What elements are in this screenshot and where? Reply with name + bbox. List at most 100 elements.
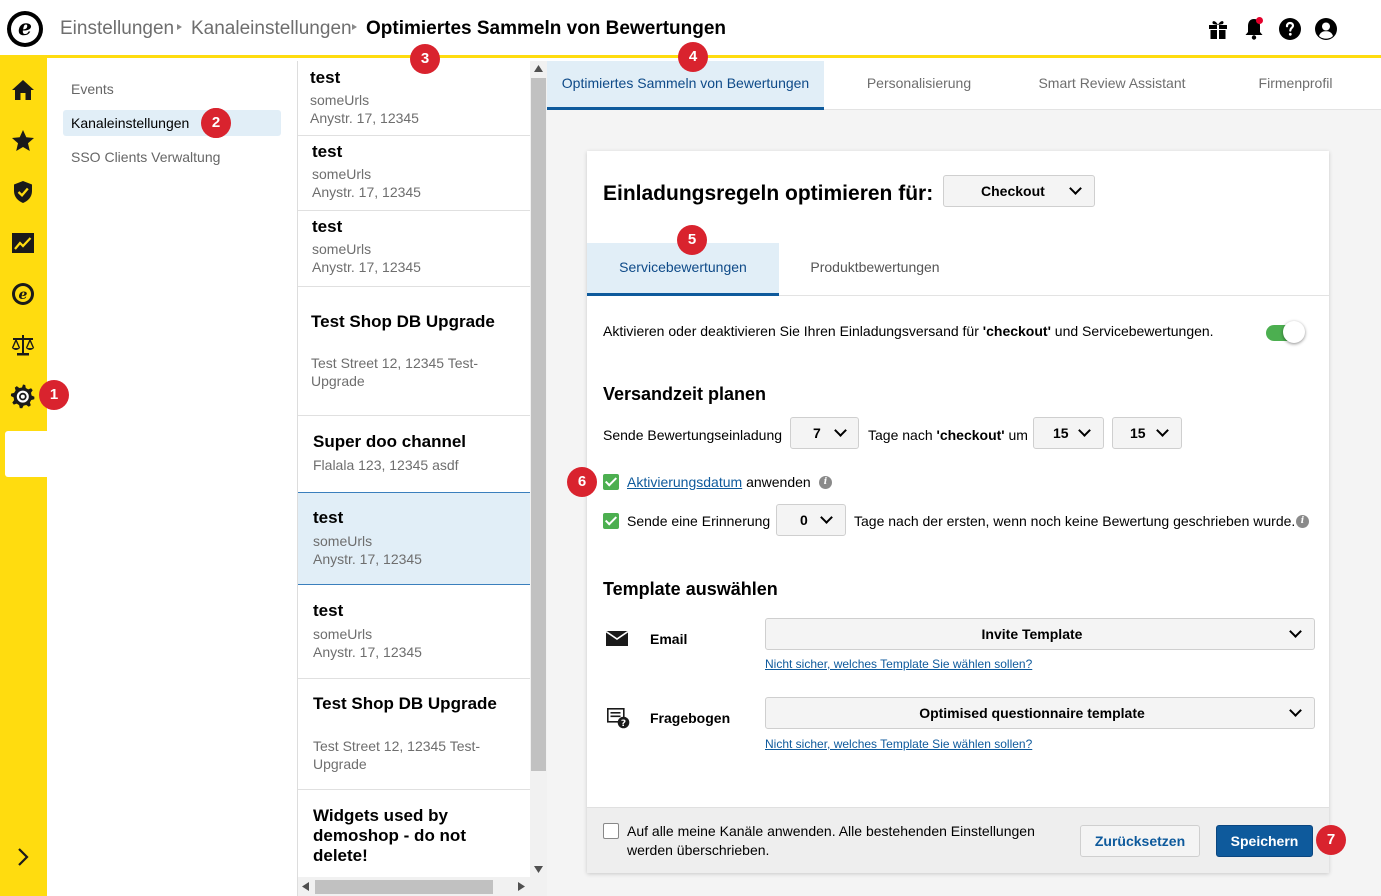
- scroll-right-arrow-icon[interactable]: [518, 882, 525, 891]
- user-icon[interactable]: [1314, 17, 1338, 41]
- channel-item[interactable]: Test Shop DB Upgrade Test Street 12, 123…: [298, 679, 531, 790]
- help-icon[interactable]: [1278, 17, 1302, 41]
- tab-produktbewertungen[interactable]: Produktbewertungen: [779, 243, 971, 296]
- channel-item[interactable]: test someUrls Anystr. 17, 12345: [298, 61, 531, 136]
- tab-firmenprofil[interactable]: Firmenprofil: [1210, 61, 1381, 110]
- minute-value: 15: [1130, 425, 1146, 441]
- checkout-type-select[interactable]: Checkout: [943, 175, 1095, 207]
- channel-name: Test Shop DB Upgrade: [313, 694, 497, 713]
- channel-item[interactable]: Super doo channel Flalala 123, 12345 asd…: [298, 416, 531, 493]
- svg-text:?: ?: [621, 719, 626, 729]
- toggle-description-channel: 'checkout': [982, 323, 1051, 339]
- invitation-toggle[interactable]: [1266, 321, 1306, 343]
- horizontal-scrollbar-thumb[interactable]: [315, 880, 493, 894]
- channel-item[interactable]: test someUrls Anystr. 17, 12345: [298, 211, 531, 287]
- gear-icon[interactable]: [10, 383, 36, 409]
- reminder-days-value: 0: [800, 512, 808, 528]
- settings-nav-sso-clients[interactable]: SSO Clients Verwaltung: [63, 144, 281, 170]
- trusted-shops-logo[interactable]: e: [7, 11, 43, 47]
- badge-3: 3: [410, 44, 440, 74]
- email-icon: [606, 631, 628, 646]
- channel-address-cont: Upgrade: [313, 756, 367, 772]
- settings-nav-events[interactable]: Events: [63, 76, 281, 102]
- scroll-up-arrow-icon[interactable]: [534, 65, 543, 72]
- channel-name: test: [312, 217, 343, 236]
- e-circle-icon[interactable]: e: [10, 281, 36, 307]
- tab-personalisierung[interactable]: Personalisierung: [824, 61, 1014, 110]
- chevron-down-icon: [1156, 424, 1169, 437]
- channel-url: someUrls: [312, 241, 372, 257]
- questionnaire-template-value: Optimised questionnaire template: [919, 705, 1145, 721]
- channel-address-cont: Upgrade: [311, 373, 365, 389]
- scroll-down-arrow-icon[interactable]: [534, 866, 543, 873]
- channel-name: test: [313, 508, 344, 527]
- shield-icon[interactable]: [10, 179, 36, 205]
- apply-all-channels-line1: Auf alle meine Kanäle anwenden. Alle bes…: [627, 823, 1035, 839]
- chevron-down-icon: [834, 424, 847, 437]
- app-sidebar: e: [0, 58, 47, 896]
- channel-address: Anystr. 17, 12345: [313, 551, 422, 567]
- gift-icon[interactable]: [1206, 17, 1230, 41]
- settings-nav-kanaleinstellungen[interactable]: Kanaleinstellungen: [63, 110, 281, 136]
- breadcrumb-einstellungen[interactable]: Einstellungen: [60, 18, 174, 40]
- channel-item[interactable]: test someUrls Anystr. 17, 12345: [298, 585, 531, 679]
- badge-7: 7: [1316, 825, 1346, 855]
- channel-item[interactable]: Widgets used by demoshop - do not delete…: [298, 790, 531, 877]
- toggle-description-pre: Aktivieren oder deaktivieren Sie Ihren E…: [603, 323, 983, 339]
- tab-smart-review-assistant[interactable]: Smart Review Assistant: [1014, 61, 1210, 110]
- hour-select[interactable]: 15: [1033, 417, 1104, 449]
- activation-date-suffix: anwenden: [746, 474, 811, 490]
- activation-date-link[interactable]: Aktivierungsdatum: [627, 474, 742, 490]
- reminder-label: Sende eine Erinnerung: [627, 513, 771, 529]
- channel-url: someUrls: [310, 92, 370, 108]
- apply-all-channels-checkbox[interactable]: [603, 823, 619, 839]
- toggle-description-post: und Servicebewertungen.: [1050, 323, 1214, 339]
- channel-name: test: [313, 601, 344, 620]
- notification-dot: [1256, 17, 1263, 24]
- channel-address: Anystr. 17, 12345: [310, 110, 419, 126]
- chart-icon[interactable]: [10, 230, 36, 256]
- channel-list: test someUrls Anystr. 17, 12345 test som…: [297, 61, 547, 896]
- minute-select[interactable]: 15: [1112, 417, 1182, 449]
- reminder-checkbox[interactable]: [603, 513, 619, 529]
- days-after-post: um: [1004, 427, 1028, 443]
- chevron-right-icon[interactable]: [10, 844, 36, 870]
- home-icon[interactable]: [10, 77, 36, 103]
- toggle-description: Aktivieren oder deaktivieren Sie Ihren E…: [603, 323, 1214, 339]
- main-content: Optimiertes Sammeln von Bewertungen Pers…: [547, 61, 1381, 896]
- channel-name-line2: demoshop - do not: [313, 826, 466, 845]
- channel-address: Anystr. 17, 12345: [312, 184, 421, 200]
- info-icon[interactable]: i: [819, 476, 832, 489]
- channel-settings-tabs: Optimiertes Sammeln von Bewertungen Pers…: [547, 61, 1381, 110]
- reminder-days-select[interactable]: 0: [776, 504, 846, 536]
- channel-item[interactable]: test someUrls Anystr. 17, 12345: [298, 136, 531, 211]
- invitation-rules-card: Einladungsregeln optimieren für: Checkou…: [587, 151, 1329, 873]
- days-select[interactable]: 7: [790, 417, 859, 449]
- hour-value: 15: [1053, 425, 1069, 441]
- questionnaire-template-select[interactable]: Optimised questionnaire template: [765, 697, 1315, 729]
- reset-button[interactable]: Zurücksetzen: [1080, 825, 1200, 857]
- email-label: Email: [650, 631, 688, 647]
- questionnaire-template-help-link[interactable]: Nicht sicher, welches Template Sie wähle…: [765, 737, 1032, 751]
- channel-item[interactable]: Test Shop DB Upgrade Test Street 12, 123…: [298, 287, 531, 416]
- questionnaire-label: Fragebogen: [650, 710, 731, 726]
- scales-icon[interactable]: [10, 332, 36, 358]
- save-button[interactable]: Speichern: [1216, 825, 1313, 857]
- channel-item-selected[interactable]: test someUrls Anystr. 17, 12345: [298, 492, 531, 585]
- email-template-select[interactable]: Invite Template: [765, 618, 1315, 650]
- channel-name: test: [310, 68, 341, 87]
- email-template-value: Invite Template: [981, 626, 1083, 642]
- card-footer: Auf alle meine Kanäle anwenden. Alle bes…: [587, 807, 1329, 873]
- vertical-scrollbar-thumb[interactable]: [531, 78, 546, 771]
- email-template-help-link[interactable]: Nicht sicher, welches Template Sie wähle…: [765, 657, 1032, 671]
- breadcrumb-kanaleinstellungen[interactable]: Kanaleinstellungen: [191, 18, 352, 40]
- breadcrumb-separator: [352, 24, 357, 30]
- info-icon[interactable]: i: [1296, 515, 1309, 528]
- activation-date-checkbox[interactable]: [603, 474, 619, 490]
- chevron-down-icon: [1069, 182, 1082, 195]
- svg-text:e: e: [19, 287, 28, 303]
- channel-url: someUrls: [313, 626, 373, 642]
- scroll-left-arrow-icon[interactable]: [302, 882, 309, 891]
- days-after-pre: Tage nach: [868, 427, 937, 443]
- star-icon[interactable]: [10, 128, 36, 154]
